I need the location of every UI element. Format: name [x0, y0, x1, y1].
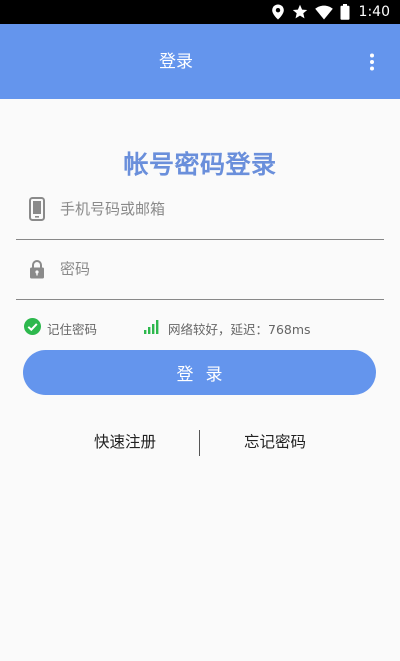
bottom-links: 快速注册 忘记密码 — [0, 428, 400, 456]
signal-bars-icon — [144, 319, 159, 338]
forgot-password-link[interactable]: 忘记密码 — [244, 428, 306, 456]
check-circle-icon[interactable] — [24, 317, 41, 339]
remember-password-label[interactable]: 记住密码 — [47, 319, 97, 338]
status-icons: 1:40 — [271, 0, 390, 24]
network-status: 网络较好，延迟：768ms — [144, 317, 311, 339]
wifi-icon — [314, 5, 333, 20]
app-bar-title: 登录 — [159, 52, 193, 72]
star-icon — [292, 4, 308, 20]
account-input[interactable] — [60, 193, 370, 225]
remember-password-checkbox[interactable]: 记住密码 — [24, 317, 97, 339]
phone-icon — [26, 197, 48, 221]
battery-icon — [340, 4, 350, 20]
status-bar: 1:40 — [0, 0, 400, 24]
network-status-label: 网络较好，延迟：768ms — [168, 321, 311, 337]
links-divider — [199, 430, 200, 456]
status-row: 记住密码 网络较好，延迟：768ms — [24, 317, 384, 339]
account-field — [16, 179, 384, 240]
register-link[interactable]: 快速注册 — [94, 428, 156, 456]
login-button[interactable]: 登录 — [23, 350, 376, 395]
status-time: 1:40 — [358, 4, 390, 20]
more-vert-icon[interactable] — [357, 47, 387, 77]
lock-icon — [26, 257, 48, 281]
location-icon — [271, 4, 285, 20]
password-input[interactable] — [60, 253, 370, 285]
password-field — [16, 239, 384, 300]
app-bar: 登录 — [0, 24, 400, 99]
